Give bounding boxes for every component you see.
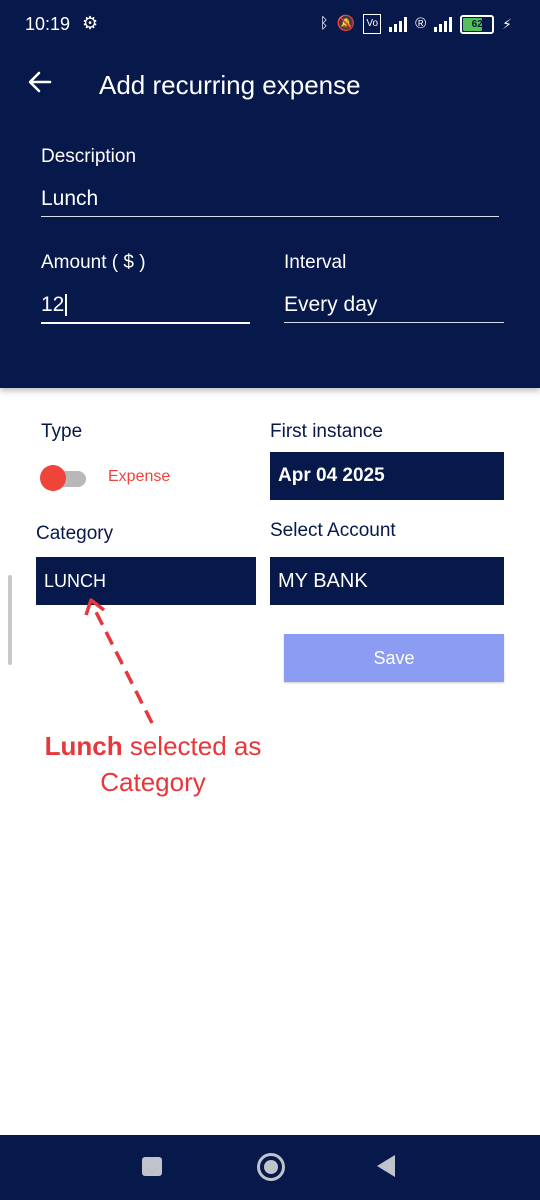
signal-icon <box>434 16 453 32</box>
text-cursor <box>65 294 68 317</box>
amount-field[interactable]: 12 <box>41 290 250 324</box>
status-bar: 10:19 ⚙ ᛒ 🔕 Vo ® 62 ⚡ <box>0 0 540 50</box>
first-instance-date-button[interactable]: Apr 04 2025 <box>270 452 504 500</box>
annotation-rest: selected as <box>122 731 262 761</box>
account-select[interactable]: MY BANK <box>270 557 504 605</box>
description-field[interactable]: Lunch <box>41 184 499 217</box>
bell-off-icon: 🔕 <box>336 15 356 32</box>
type-toggle[interactable] <box>40 465 86 491</box>
battery-level: 62 <box>471 18 483 30</box>
annotation-text: Lunch selected as Category <box>20 728 286 800</box>
charging-icon: ⚡ <box>502 15 512 32</box>
recent-apps-icon[interactable] <box>142 1157 162 1176</box>
first-instance-value: Apr 04 2025 <box>278 465 385 486</box>
back-arrow-icon[interactable] <box>26 68 54 96</box>
page-title: Add recurring expense <box>99 70 361 100</box>
registered-icon: ® <box>415 15 427 32</box>
type-label: Type <box>41 421 83 442</box>
bluetooth-icon: ᛒ <box>319 15 329 32</box>
status-icons: ᛒ 🔕 Vo ® 62 ⚡ <box>320 14 512 34</box>
first-instance-label: First instance <box>270 421 383 442</box>
scroll-indicator <box>8 575 12 665</box>
description-label: Description <box>41 146 137 167</box>
interval-field[interactable]: Every day <box>284 290 504 323</box>
annotation-line2: Category <box>100 767 206 797</box>
save-label: Save <box>373 647 415 668</box>
interval-value: Every day <box>284 293 378 316</box>
battery-icon: 62 <box>460 14 495 34</box>
account-value: MY BANK <box>278 569 368 592</box>
category-label: Category <box>36 523 114 544</box>
app-header: 10:19 ⚙ ᛒ 🔕 Vo ® 62 ⚡ Add recurring expe… <box>0 0 540 388</box>
status-time: 10:19 <box>25 14 71 34</box>
description-value: Lunch <box>41 187 99 210</box>
account-label: Select Account <box>270 520 396 541</box>
nav-back-icon[interactable] <box>377 1155 395 1177</box>
amount-value: 12 <box>41 293 65 316</box>
gear-icon: ⚙ <box>82 13 99 33</box>
type-toggle-label: Expense <box>108 468 171 485</box>
amount-label: Amount ( $ ) <box>41 252 146 273</box>
category-value: LUNCH <box>44 570 107 591</box>
category-select[interactable]: LUNCH <box>36 557 256 605</box>
annotation-bold: Lunch <box>44 731 123 761</box>
toggle-knob <box>40 465 66 491</box>
volte-icon: Vo <box>363 14 382 34</box>
interval-label: Interval <box>284 252 347 273</box>
save-button[interactable]: Save <box>284 634 504 682</box>
home-icon[interactable] <box>257 1153 285 1181</box>
signal-icon <box>389 16 408 32</box>
